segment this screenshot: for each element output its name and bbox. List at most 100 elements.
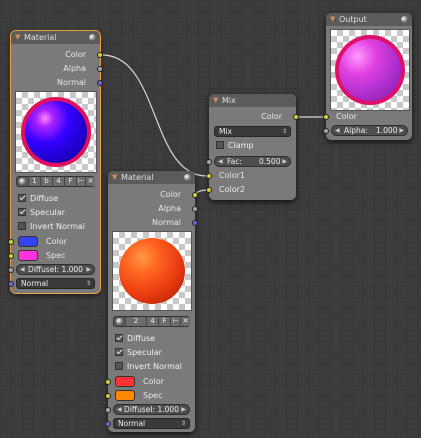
output-color-label: Color xyxy=(261,112,282,121)
input-normal-socket[interactable] xyxy=(105,421,111,427)
blend-mode-dropdown[interactable]: Mix ⇕ xyxy=(214,126,291,137)
diffuse-checkbox[interactable]: Diffuse xyxy=(18,193,58,205)
spec-input-label: Spec xyxy=(46,251,66,260)
material-preview xyxy=(15,91,97,173)
material-name-field[interactable]: 1 xyxy=(28,177,40,186)
mix-node-header[interactable]: ▼ Mix xyxy=(209,94,296,107)
fac-value: 0.500 xyxy=(259,157,281,166)
color-swatch[interactable] xyxy=(115,376,135,387)
spec-swatch[interactable] xyxy=(115,390,135,401)
diffuse-intensity-field[interactable]: ◀ DiffuseI: 1.000 ▶ xyxy=(16,264,95,275)
output-node-header[interactable]: ▼ Output xyxy=(326,13,412,26)
fac-field[interactable]: ◀ Fac: 0.500 ▶ xyxy=(214,156,291,167)
increment-arrow-icon[interactable]: ▶ xyxy=(282,157,287,166)
material-node-2[interactable]: ▼ Material Color Alpha Normal 2 4 F ⊢ ✕ … xyxy=(105,171,198,432)
checkbox-checked-icon[interactable] xyxy=(115,333,123,342)
preview-toggle-icon[interactable] xyxy=(89,34,96,41)
specular-checkbox[interactable]: Specular xyxy=(18,207,65,219)
specular-checkbox[interactable]: Specular xyxy=(115,347,162,359)
normal-dropdown[interactable]: Normal ⇕ xyxy=(113,418,190,429)
input-spec-socket[interactable] xyxy=(8,253,14,259)
output-color-socket[interactable] xyxy=(192,192,198,198)
output-preview xyxy=(330,29,410,111)
decrement-arrow-icon[interactable]: ◀ xyxy=(335,126,340,135)
input-spec-socket[interactable] xyxy=(105,393,111,399)
invert-normal-checkbox[interactable]: Invert Normal xyxy=(18,221,85,233)
output-normal-label: Normal xyxy=(57,78,86,87)
material-delete-icon[interactable]: ✕ xyxy=(180,317,190,326)
output-color-label: Color xyxy=(65,50,86,59)
preview-toggle-icon[interactable] xyxy=(184,174,191,181)
checkbox-unchecked-icon[interactable] xyxy=(216,140,224,149)
input-diffuse-socket[interactable] xyxy=(105,407,111,413)
input-fac-socket[interactable] xyxy=(206,159,212,165)
updown-arrows-icon: ⇕ xyxy=(281,128,287,135)
input-color-socket[interactable] xyxy=(323,114,329,120)
input-color2-socket[interactable] xyxy=(206,187,212,193)
material-unlink-icon[interactable]: ⊢ xyxy=(170,317,180,326)
checkbox-unchecked-icon[interactable] xyxy=(115,361,123,370)
increment-arrow-icon[interactable]: ▶ xyxy=(399,126,404,135)
output-color-socket[interactable] xyxy=(97,52,103,58)
mix-node[interactable]: ▼ Mix Color Mix ⇕ Clamp ◀ Fac: 0.500 ▶ C… xyxy=(206,94,299,200)
alpha-field[interactable]: ◀ Alpha: 1.000 ▶ xyxy=(331,125,408,136)
material-node-1-header[interactable]: ▼ Material xyxy=(11,31,100,44)
material-letter[interactable]: b xyxy=(40,177,52,186)
increment-arrow-icon[interactable]: ▶ xyxy=(181,405,186,414)
output-alpha-label: Alpha xyxy=(63,64,86,73)
material-browse-icon[interactable] xyxy=(116,318,123,325)
diffuse-intensity-field[interactable]: ◀ DiffuseI: 1.000 ▶ xyxy=(113,404,190,415)
specular-label: Specular xyxy=(127,348,162,357)
material-unlink-icon[interactable]: ⊢ xyxy=(76,177,85,186)
material-browse-icon[interactable] xyxy=(19,178,26,185)
node-title: Output xyxy=(339,15,367,24)
input-alpha-socket[interactable] xyxy=(323,128,329,134)
material-users-count[interactable]: 4 xyxy=(146,317,158,326)
decrement-arrow-icon[interactable]: ◀ xyxy=(20,265,25,274)
collapse-arrow-icon[interactable]: ▼ xyxy=(330,13,335,26)
collapse-arrow-icon[interactable]: ▼ xyxy=(213,94,218,107)
normal-dropdown-value: Normal xyxy=(118,419,146,428)
color-swatch[interactable] xyxy=(18,236,38,247)
specular-label: Specular xyxy=(30,208,65,217)
decrement-arrow-icon[interactable]: ◀ xyxy=(117,405,122,414)
input-color-socket[interactable] xyxy=(8,239,14,245)
material-fake-user[interactable]: F xyxy=(158,317,170,326)
input-color-socket[interactable] xyxy=(105,379,111,385)
material-selector[interactable]: 2 4 F ⊢ ✕ xyxy=(113,316,190,327)
preview-sphere xyxy=(119,238,185,304)
increment-arrow-icon[interactable]: ▶ xyxy=(86,265,91,274)
output-node[interactable]: ▼ Output Color ◀ Alpha: 1.000 ▶ xyxy=(323,13,412,140)
checkbox-checked-icon[interactable] xyxy=(18,193,26,202)
diffuse-checkbox[interactable]: Diffuse xyxy=(115,333,155,345)
blend-mode-value: Mix xyxy=(219,127,232,136)
material-selector[interactable]: 1 b 4 F ⊢ ✕ xyxy=(16,176,95,187)
clamp-checkbox[interactable]: Clamp xyxy=(216,140,254,152)
material-users-count[interactable]: 4 xyxy=(52,177,64,186)
invert-normal-checkbox[interactable]: Invert Normal xyxy=(115,361,182,373)
input-color1-socket[interactable] xyxy=(206,173,212,179)
input-diffuse-socket[interactable] xyxy=(8,267,14,273)
collapse-arrow-icon[interactable]: ▼ xyxy=(112,171,117,184)
diffuse-label: Diffuse xyxy=(30,194,59,203)
material-name-field[interactable]: 2 xyxy=(125,317,146,326)
spec-swatch[interactable] xyxy=(18,250,38,261)
material-fake-user[interactable]: F xyxy=(64,177,76,186)
output-normal-socket[interactable] xyxy=(192,220,198,226)
collapse-arrow-icon[interactable]: ▼ xyxy=(15,31,20,44)
invert-normal-label: Invert Normal xyxy=(30,222,85,231)
checkbox-checked-icon[interactable] xyxy=(18,207,26,216)
checkbox-unchecked-icon[interactable] xyxy=(18,221,26,230)
output-color-socket[interactable] xyxy=(293,114,299,120)
output-normal-socket[interactable] xyxy=(97,80,103,86)
input-normal-socket[interactable] xyxy=(8,281,14,287)
decrement-arrow-icon[interactable]: ◀ xyxy=(218,157,223,166)
normal-dropdown[interactable]: Normal ⇕ xyxy=(16,278,95,289)
material-delete-icon[interactable]: ✕ xyxy=(85,177,95,186)
material-node-1[interactable]: ▼ Material Color Alpha Normal 1 b 4 F ⊢ … xyxy=(8,30,103,294)
output-alpha-socket[interactable] xyxy=(192,206,198,212)
output-alpha-socket[interactable] xyxy=(97,66,103,72)
preview-toggle-icon[interactable] xyxy=(401,16,408,23)
checkbox-checked-icon[interactable] xyxy=(115,347,123,356)
material-node-2-header[interactable]: ▼ Material xyxy=(108,171,195,184)
